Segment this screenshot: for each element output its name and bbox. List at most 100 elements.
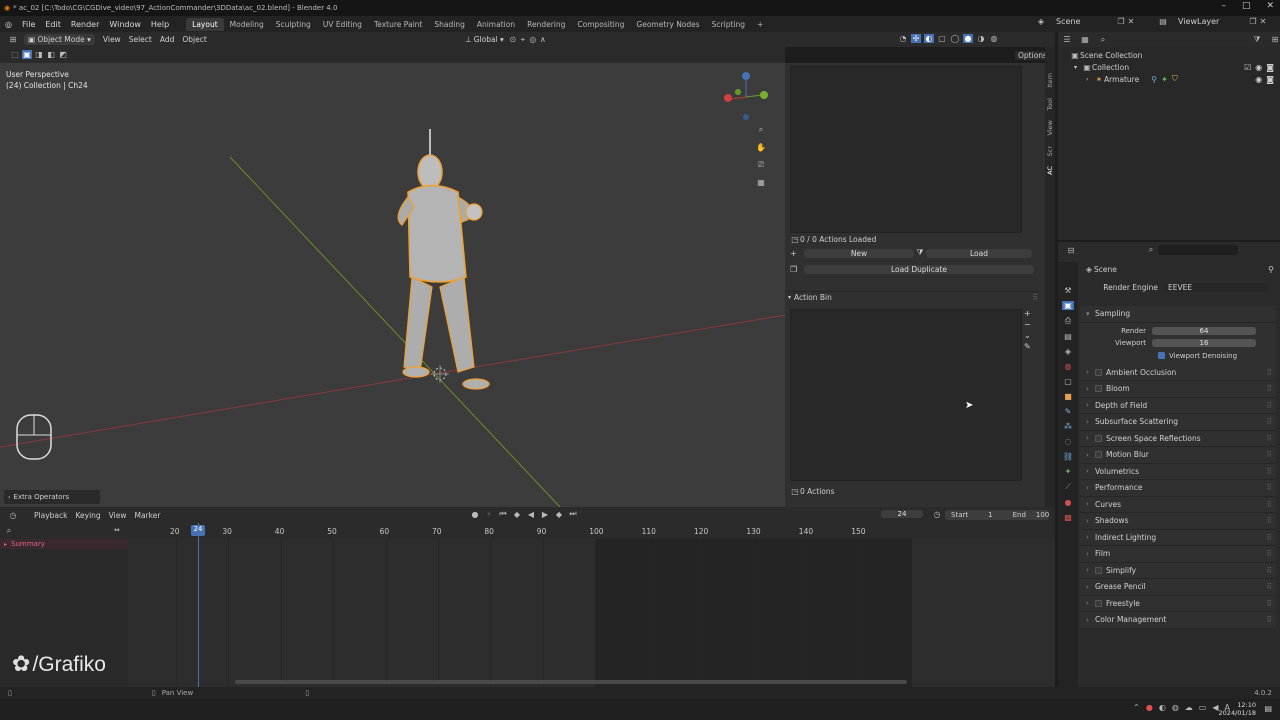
data-tab-icon[interactable]: ✦	[1065, 467, 1072, 476]
menu-file[interactable]: File	[17, 20, 40, 29]
drag-handle-icon[interactable]: ⠿	[1267, 566, 1273, 575]
menu-object[interactable]: Object	[178, 34, 210, 45]
rendered-shading-icon[interactable]: ◍	[989, 34, 999, 43]
object-tab-icon[interactable]: ■	[1064, 392, 1072, 401]
material-tab-icon[interactable]: ●	[1065, 498, 1072, 507]
panel-grease-pencil[interactable]: › Grease Pencil ⠿	[1080, 579, 1276, 596]
panel-simplify[interactable]: › Simplify ⠿	[1080, 562, 1276, 579]
particles-tab-icon[interactable]: ⁂	[1064, 422, 1072, 431]
start-value[interactable]: 1	[988, 511, 992, 519]
drag-handle-icon[interactable]: ⠿	[1267, 582, 1273, 591]
actions-list[interactable]	[790, 66, 1022, 233]
eyedropper-icon[interactable]: ✎	[1024, 342, 1031, 351]
snap-icon[interactable]: ⌖	[518, 35, 528, 45]
timeline-scrollbar[interactable]	[235, 680, 907, 684]
viewport-samples-field[interactable]: 16	[1152, 338, 1256, 347]
pivot-icon[interactable]: ⊙	[508, 35, 518, 44]
select-extend-icon[interactable]: ◨	[34, 50, 44, 59]
drag-handle-icon[interactable]: ⠿	[1032, 293, 1038, 302]
tab-animation[interactable]: Animation	[471, 18, 521, 31]
panel-enable-checkbox[interactable]	[1095, 434, 1102, 442]
render-samples-field[interactable]: 64	[1152, 326, 1256, 335]
camera-icon[interactable]: ◙	[1266, 75, 1274, 84]
copy-icon[interactable]: ❐	[1248, 17, 1258, 26]
network-icon[interactable]: ▭	[1199, 703, 1207, 712]
search-input[interactable]	[1158, 245, 1238, 255]
drag-handle-icon[interactable]: ⠿	[1267, 417, 1273, 426]
scene-tab-icon[interactable]: ◈	[1065, 347, 1071, 356]
panel-screen-space-reflections[interactable]: › Screen Space Reflections ⠿	[1080, 430, 1276, 447]
proportional-edit-icon[interactable]: ◎	[528, 35, 538, 44]
denoising-checkbox[interactable]	[1158, 352, 1165, 359]
falloff-icon[interactable]: ∧	[538, 35, 548, 44]
select-intersect-icon[interactable]: ◩	[58, 50, 68, 59]
collection-tab-icon[interactable]: ▢	[1064, 377, 1072, 386]
next-key-icon[interactable]: ◆	[554, 510, 564, 519]
outliner-row-scene-collection[interactable]: ▣ Scene Collection	[1058, 49, 1280, 61]
tab-ac[interactable]: AC	[1046, 166, 1054, 175]
add-workspace-icon[interactable]: +	[751, 18, 769, 31]
remove-icon[interactable]: −	[1024, 320, 1031, 329]
editor-type-icon[interactable]: ☰	[1062, 35, 1072, 44]
panel-indirect-lighting[interactable]: › Indirect Lighting ⠿	[1080, 529, 1276, 546]
current-frame-field[interactable]: 24	[881, 510, 923, 518]
drag-handle-icon[interactable]: ⠿	[1267, 368, 1273, 377]
panel-enable-checkbox[interactable]	[1095, 451, 1102, 459]
menu-edit[interactable]: Edit	[40, 20, 66, 29]
app-icon[interactable]: ◍	[1172, 703, 1179, 712]
solid-shading-icon[interactable]: ●	[963, 34, 973, 43]
menu-render[interactable]: Render	[66, 20, 104, 29]
tab-layout[interactable]: Layout	[186, 17, 224, 31]
tab-geometry-nodes[interactable]: Geometry Nodes	[630, 18, 705, 31]
panel-curves[interactable]: › Curves ⠿	[1080, 496, 1276, 513]
zoom-icon[interactable]: ⌕	[756, 125, 766, 135]
panel-freestyle[interactable]: › Freestyle ⠿	[1080, 595, 1276, 612]
display-mode-icon[interactable]: ▦	[1080, 35, 1090, 44]
search-icon[interactable]: ⌕	[1098, 35, 1108, 45]
menu-help[interactable]: Help	[146, 20, 174, 29]
summary-channel[interactable]: ▸ Summary	[0, 539, 128, 549]
chevron-down-icon[interactable]: ⌄	[1024, 331, 1031, 340]
cloud-icon[interactable]: ☁	[1185, 703, 1193, 712]
editor-type-icon[interactable]: ⊞	[8, 35, 18, 44]
tab-view[interactable]: View	[1046, 120, 1054, 135]
drag-handle-icon[interactable]: ⠿	[1267, 401, 1273, 410]
chevron-down-icon[interactable]: ▾	[1074, 64, 1082, 71]
tab-scr[interactable]: Scr	[1046, 146, 1054, 156]
camera-icon[interactable]: ◙	[1266, 63, 1274, 72]
select-tool-icon[interactable]: ⬚	[10, 50, 20, 59]
timeline-area[interactable]: ⌕ ⇔ 20 30 40 50 60 70 80 90 100 110 120 130 140 150 2…	[0, 523, 1055, 687]
eye-icon[interactable]: ◉	[1255, 75, 1262, 84]
chevron-right-icon[interactable]: ›	[1086, 76, 1094, 83]
modifier-tab-icon[interactable]: ✎	[1065, 407, 1072, 416]
panel-depth-of-field[interactable]: › Depth of Field ⠿	[1080, 397, 1276, 414]
drag-handle-icon[interactable]: ⠿	[1267, 384, 1273, 393]
search-icon[interactable]: ⌕	[4, 526, 14, 536]
menu-marker[interactable]: Marker	[130, 510, 164, 521]
drag-handle-icon[interactable]: ⠿	[1267, 516, 1273, 525]
delete-icon[interactable]: ✕	[1258, 17, 1268, 26]
notification-icon[interactable]: ▤	[1264, 704, 1272, 713]
output-tab-icon[interactable]: ⎙	[1065, 316, 1071, 326]
app-icon[interactable]: ◐	[1159, 703, 1166, 712]
panel-enable-checkbox[interactable]	[1095, 368, 1102, 376]
panel-shadows[interactable]: › Shadows ⠿	[1080, 513, 1276, 530]
drag-handle-icon[interactable]: ⠿	[1267, 615, 1273, 624]
jump-start-icon[interactable]: ⏮	[498, 509, 508, 519]
panel-motion-blur[interactable]: › Motion Blur ⠿	[1080, 447, 1276, 464]
playhead-line[interactable]	[198, 523, 199, 687]
outliner-row-armature[interactable]: › ✶ Armature ⚲ ✦ ⛉ ◉ ◙	[1058, 73, 1280, 85]
render-tab-icon[interactable]: ▣	[1062, 301, 1074, 310]
playhead-frame-badge[interactable]: 24	[191, 525, 205, 536]
editor-type-icon[interactable]: ⊟	[1066, 246, 1076, 255]
jump-end-icon[interactable]: ⏭	[568, 509, 578, 519]
menu-keying[interactable]: Keying	[71, 510, 104, 521]
close-button[interactable]: ✕	[1266, 1, 1274, 11]
blender-menu-icon[interactable]: ◎	[0, 20, 17, 29]
filter-icon[interactable]: ⧩	[1252, 35, 1262, 45]
editor-type-icon[interactable]: ◷	[8, 511, 18, 520]
drag-handle-icon[interactable]: ⠿	[1267, 549, 1273, 558]
panel-enable-checkbox[interactable]	[1095, 385, 1102, 393]
tab-modeling[interactable]: Modeling	[224, 18, 270, 31]
menu-add[interactable]: Add	[156, 34, 179, 45]
